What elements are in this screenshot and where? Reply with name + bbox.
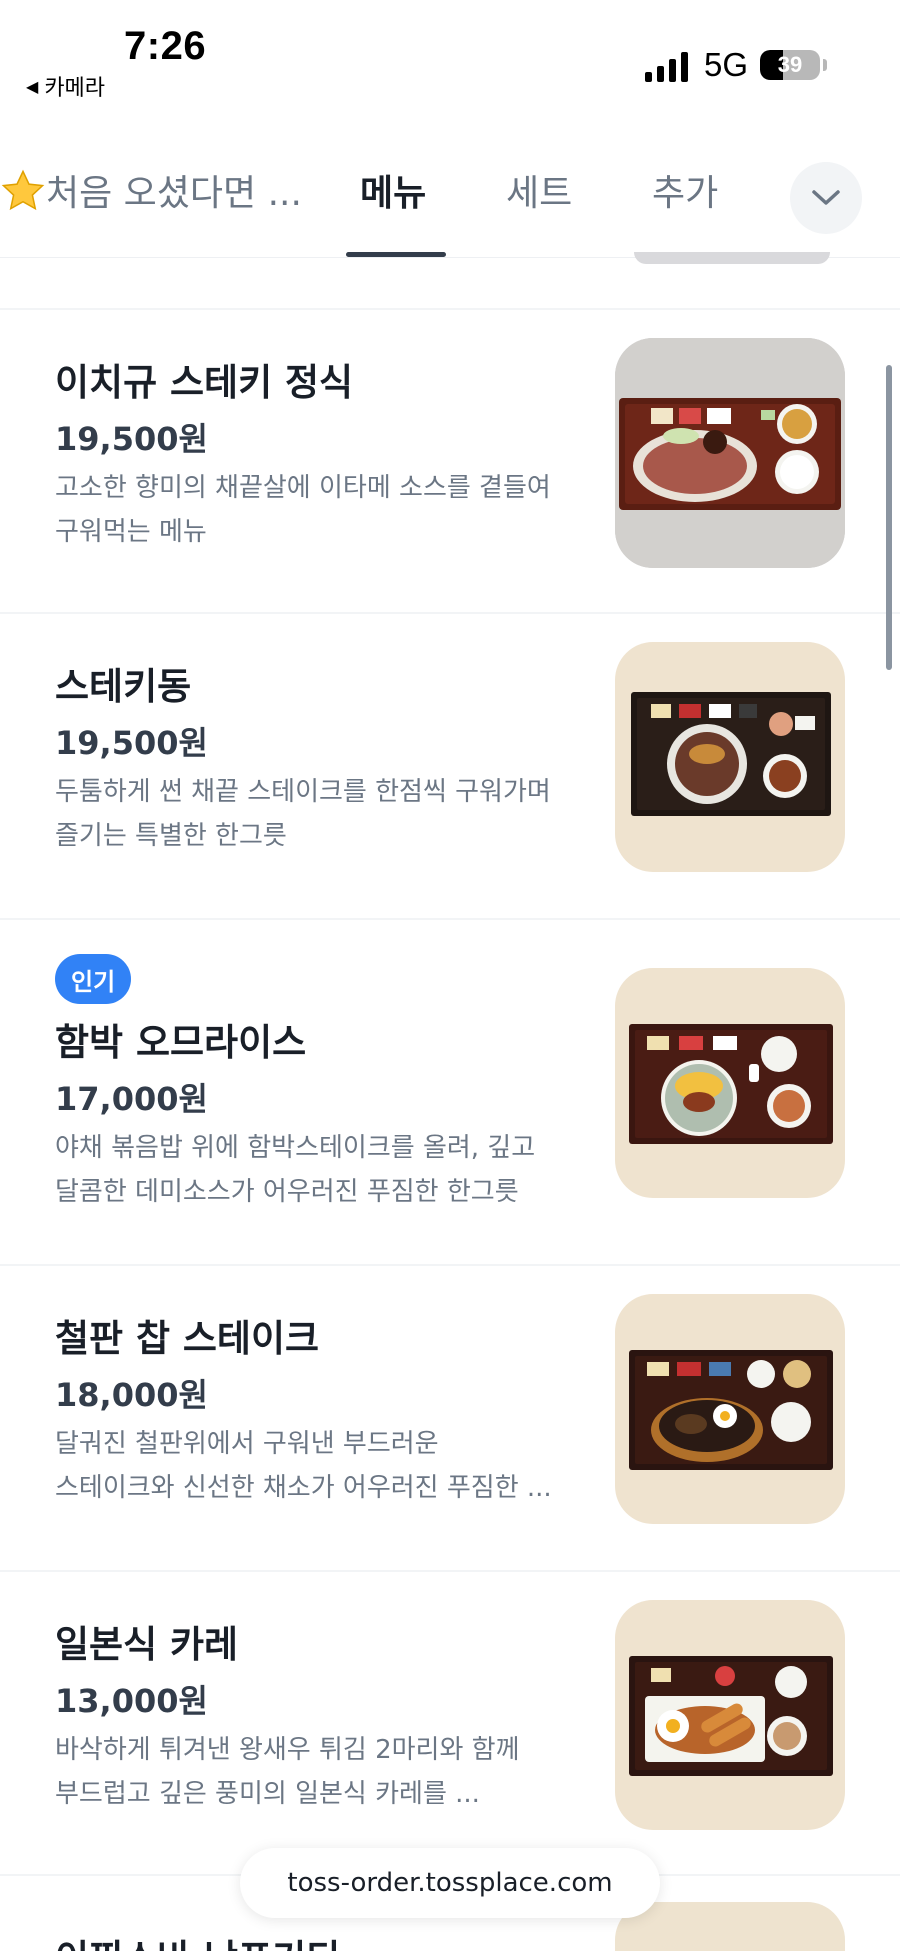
url-bar[interactable]: toss-order.tossplace.com (240, 1848, 660, 1918)
status-time: 7:26 (124, 24, 207, 68)
description-line: 구워먹는 메뉴 (55, 517, 207, 547)
description-line: 바삭하게 튀겨낸 왕새우 튀김 2마리와 함께 (55, 1735, 520, 1765)
menu-item[interactable]: 일본식 카레 13,000원 바삭하게 튀겨낸 왕새우 튀김 2마리와 함께 부… (0, 1572, 900, 1874)
menu-item-description: 바삭하게 튀겨낸 왕새우 튀김 2마리와 함께 부드럽고 깊은 풍미의 일본식 … (55, 1728, 575, 1816)
description-line: 두툼하게 썬 채끝 스테이크를 한점씩 구워가며 (55, 777, 551, 807)
menu-item[interactable]: 스테키동 19,500원 두툼하게 썬 채끝 스테이크를 한점씩 구워가며 즐기… (0, 614, 900, 918)
tab-extra[interactable]: 추가 (652, 164, 718, 216)
menu-item-price: 13,000원 (55, 1682, 208, 1720)
back-triangle-icon: ◀ (26, 76, 39, 96)
menu-item-description: 달궈진 철판위에서 구워낸 부드러운 스테이크와 신선한 채소가 어우러진 푸짐… (55, 1422, 575, 1510)
expand-tabs-button[interactable] (790, 162, 862, 234)
menu-item-photo (615, 338, 845, 568)
menu-item-description: 야채 볶음밥 위에 함박스테이크를 올려, 깊고 달콤한 데미소스가 어우러진 … (55, 1126, 575, 1214)
description-line: 달콤한 데미소스가 어우러진 푸짐한 한그릇 (55, 1177, 519, 1207)
status-bar: 7:26 ◀ 카메라 5G 39 (0, 0, 900, 110)
menu-item-photo-partial (615, 1902, 845, 1951)
menu-item-price: 17,000원 (55, 1080, 208, 1118)
menu-item-photo (615, 1600, 845, 1830)
chevron-down-icon (812, 190, 840, 205)
network-type: 5G (704, 46, 749, 83)
star-icon (1, 169, 45, 211)
menu-item-price: 18,000원 (55, 1376, 208, 1414)
battery-percent: 39 (777, 52, 803, 77)
description-line: 스테이크와 신선한 채소가 어우러진 푸짐한 ... (55, 1473, 552, 1503)
menu-item-photo (615, 968, 845, 1198)
menu-item-name-partial[interactable]: 이찌스바 낫포기티 (55, 1928, 340, 1951)
menu-item-name: 이치규 스테키 정식 (55, 361, 354, 404)
popular-badge: 인기 (55, 954, 132, 1004)
menu-item-name: 함박 오므라이스 (55, 1021, 307, 1064)
menu-item-price: 19,500원 (55, 724, 208, 762)
menu-item[interactable]: 이치규 스테키 정식 19,500원 고소한 향미의 채끝살에 이타메 소스를 … (0, 310, 900, 612)
previous-item-photo (634, 252, 830, 264)
menu-item-name: 스테키동 (55, 665, 192, 708)
menu-item-description: 고소한 향미의 채끝살에 이타메 소스를 곁들여 구워먹는 메뉴 (55, 466, 575, 554)
menu-item-price: 19,500원 (55, 420, 208, 458)
back-to-app-link[interactable]: ◀ 카메라 (26, 70, 105, 102)
category-tabs: 처음 오셨다면 ... 메뉴 세트 추가 (0, 150, 900, 258)
description-line: 고소한 향미의 채끝살에 이타메 소스를 곁들여 (55, 473, 551, 503)
back-app-label: 카메라 (44, 76, 106, 101)
battery-nub (823, 59, 827, 71)
description-line: 즐기는 특별한 한그릇 (55, 821, 287, 851)
battery-icon: 39 (760, 50, 820, 80)
tab-set[interactable]: 세트 (506, 164, 572, 216)
active-tab-indicator (346, 252, 446, 257)
menu-item-description: 두툼하게 썬 채끝 스테이크를 한점씩 구워가며 즐기는 특별한 한그릇 (55, 770, 575, 858)
description-line: 야채 볶음밥 위에 함박스테이크를 올려, 깊고 (55, 1133, 536, 1163)
tab-first-visit[interactable]: 처음 오셨다면 ... (46, 164, 302, 216)
scrollbar[interactable] (886, 365, 892, 670)
cellular-signal-icon (645, 50, 688, 82)
description-line: 부드럽고 깊은 풍미의 일본식 카레를 ... (55, 1779, 480, 1809)
menu-item-name: 일본식 카레 (55, 1623, 239, 1666)
description-line: 달궈진 철판위에서 구워낸 부드러운 (55, 1429, 439, 1459)
tab-menu[interactable]: 메뉴 (360, 164, 426, 216)
menu-item-name: 철판 찹 스테이크 (55, 1317, 320, 1360)
menu-item[interactable]: 철판 찹 스테이크 18,000원 달궈진 철판위에서 구워낸 부드러운 스테이… (0, 1266, 900, 1570)
menu-item-photo (615, 642, 845, 872)
menu-item-photo (615, 1294, 845, 1524)
menu-item[interactable]: 인기 함박 오므라이스 17,000원 야채 볶음밥 위에 함박스테이크를 올려… (0, 920, 900, 1264)
